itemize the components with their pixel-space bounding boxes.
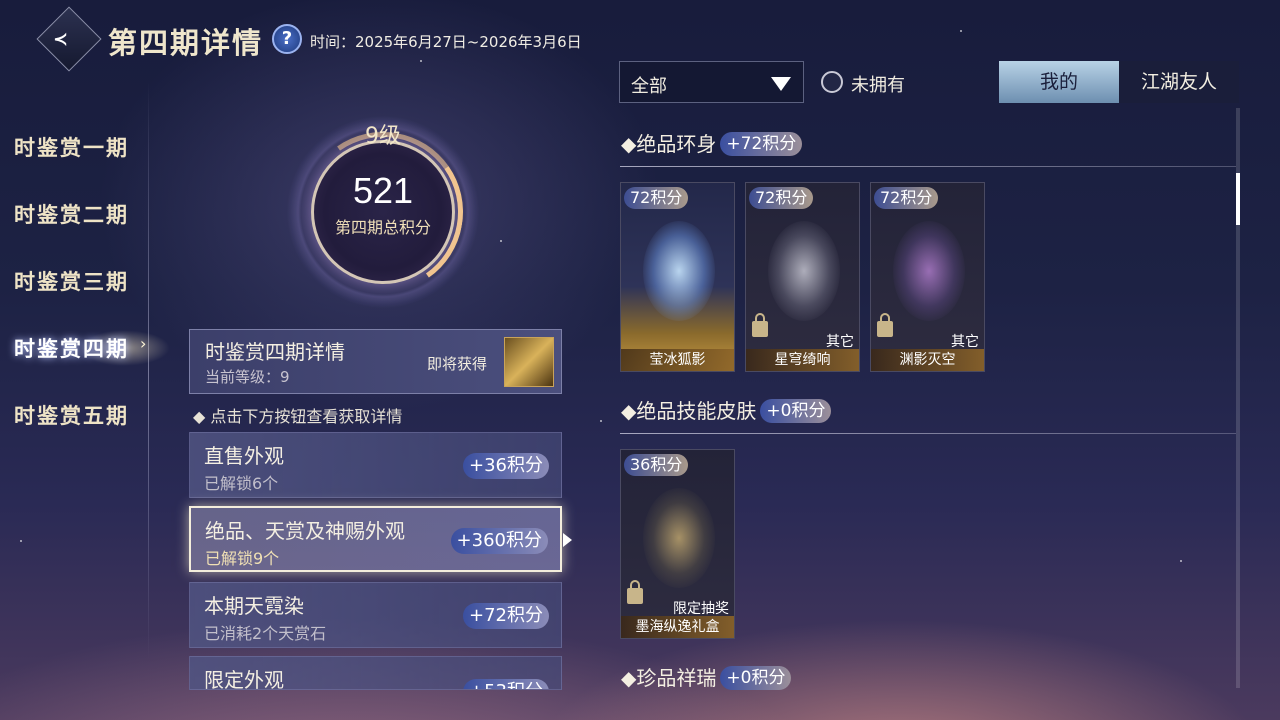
coming-soon-label: 即将获得 [427, 355, 488, 373]
item-points-badge: 72积分 [624, 187, 689, 209]
lock-icon [752, 313, 768, 337]
nav-active-arrow-icon: › [140, 334, 147, 353]
hint-text: ◆ 点击下方按钮查看获取详情 [193, 407, 403, 426]
section-points-badge: +0积分 [720, 666, 792, 690]
back-button[interactable]: ≺ [36, 6, 102, 72]
item-name: 星穹绮响 [746, 349, 859, 371]
star-decoration [20, 540, 22, 542]
item-artwork [643, 488, 715, 588]
tab-friends[interactable]: 江湖友人 [1119, 61, 1239, 103]
item-card[interactable]: 72积分 其它 渊影灭空 [870, 182, 985, 372]
section-divider [620, 166, 1236, 167]
item-artwork [768, 221, 840, 321]
item-name: 渊影灭空 [871, 349, 984, 371]
category-title: 本期天霓染 [204, 594, 304, 618]
not-owned-label[interactable]: 未拥有 [851, 71, 905, 97]
star-decoration [420, 60, 422, 62]
filter-dropdown[interactable]: 全部 [619, 61, 804, 103]
item-source-tag: 限定抽奖 [673, 601, 729, 617]
item-card[interactable]: 72积分 其它 星穹绮响 [745, 182, 860, 372]
level-text: 9级 [365, 124, 401, 149]
item-points-badge: 72积分 [874, 187, 939, 209]
star-decoration [1180, 560, 1182, 562]
category-row-limited[interactable]: 限定外观 +53积分 [189, 656, 562, 690]
section-title-aura: ◆绝品环身 +72积分 [621, 128, 803, 157]
category-points-badge: +36积分 [463, 453, 549, 479]
nav-divider [148, 80, 149, 660]
item-artwork [893, 221, 965, 321]
filter-dropdown-value: 全部 [631, 76, 667, 97]
category-row-premium[interactable]: 绝品、天赏及神赐外观 已解锁9个 +360积分 [189, 506, 562, 572]
item-source-tag: 其它 [951, 334, 979, 350]
tab-mine[interactable]: 我的 [999, 61, 1119, 103]
item-card[interactable]: 36积分 限定抽奖 墨海纵逸礼盒 [620, 449, 735, 639]
category-title: 限定外观 [204, 668, 284, 690]
star-decoration [600, 420, 602, 422]
category-points-badge: +72积分 [463, 603, 549, 629]
nav-item-period-1[interactable]: 时鉴赏一期 [14, 132, 129, 162]
time-range-text: 时间：2025年6月27日~2026年3月6日 [310, 33, 582, 51]
section-title-skill-skin: ◆绝品技能皮肤 +0积分 [621, 395, 832, 424]
category-row-dye[interactable]: 本期天霓染 已消耗2个天赏石 +72积分 [189, 582, 562, 648]
section-points-badge: +72积分 [720, 132, 803, 156]
star-decoration [960, 30, 962, 32]
category-row-direct-sale[interactable]: 直售外观 已解锁6个 +36积分 [189, 432, 562, 498]
star-decoration [500, 240, 502, 242]
nav-item-period-2[interactable]: 时鉴赏二期 [14, 199, 129, 229]
category-points-badge: +360积分 [450, 528, 548, 554]
current-level-text: 当前等级：9 [205, 368, 290, 386]
category-subtitle: 已解锁6个 [204, 474, 279, 493]
nav-item-period-3[interactable]: 时鉴赏三期 [14, 266, 129, 296]
category-title: 绝品、天赏及神赐外观 [205, 519, 405, 543]
category-title: 直售外观 [204, 444, 284, 468]
back-arrow-icon: ≺ [53, 29, 69, 51]
total-score-label: 第四期总积分 [334, 218, 431, 237]
scrollbar-thumb[interactable] [1236, 173, 1240, 225]
nav-item-period-4[interactable]: 时鉴赏四期 [14, 333, 129, 363]
item-name: 墨海纵逸礼盒 [621, 616, 734, 638]
section-points-badge: +0积分 [760, 399, 832, 423]
item-points-badge: 36积分 [624, 454, 689, 476]
category-points-badge: +53积分 [463, 679, 549, 689]
not-owned-radio[interactable] [821, 71, 843, 93]
category-selected-arrow-icon [563, 533, 572, 547]
item-points-badge: 72积分 [749, 187, 814, 209]
score-ring: 9级 521 第四期总积分 [283, 112, 483, 312]
category-subtitle: 已消耗2个天赏石 [204, 624, 327, 643]
total-score-value: 521 [352, 170, 414, 211]
reward-thumbnail[interactable] [504, 337, 554, 387]
item-card[interactable]: 72积分 莹冰狐影 [620, 182, 735, 372]
section-title-text: 珍品祥瑞 [636, 666, 717, 690]
item-source-tag: 其它 [826, 334, 854, 350]
lock-icon [877, 313, 893, 337]
section-title-rare-auspicious: ◆珍品祥瑞 +0积分 [621, 662, 792, 691]
item-artwork [643, 221, 715, 321]
dropdown-arrow-icon [771, 77, 791, 91]
section-title-text: 绝品技能皮肤 [636, 399, 757, 423]
category-subtitle: 已解锁9个 [205, 549, 280, 568]
item-name: 莹冰狐影 [621, 349, 734, 371]
period-detail-card[interactable]: 时鉴赏四期详情 当前等级：9 即将获得 [189, 329, 562, 394]
section-title-text: 绝品环身 [636, 132, 717, 156]
page-title: 第四期详情 [108, 26, 264, 60]
help-icon[interactable]: ? [272, 24, 302, 54]
section-divider [620, 433, 1236, 434]
score-ring-inner [311, 140, 455, 284]
detail-card-title: 时鉴赏四期详情 [205, 340, 345, 364]
nav-item-period-5[interactable]: 时鉴赏五期 [14, 400, 129, 430]
lock-icon [627, 580, 643, 604]
